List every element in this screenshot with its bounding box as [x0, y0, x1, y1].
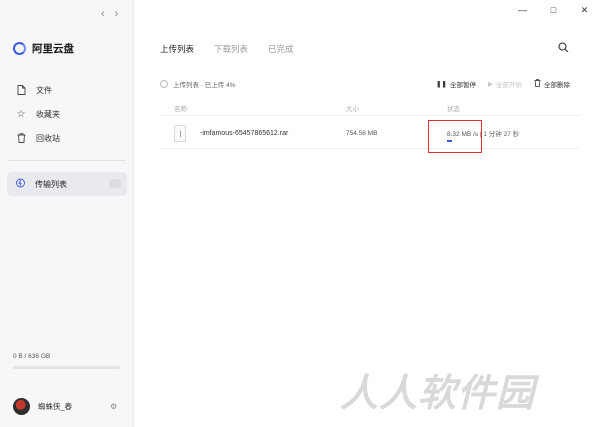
upload-progress-bar [447, 140, 452, 142]
upload-status: 上传列表 · 已上传 4% [160, 79, 235, 89]
settings-gear-icon[interactable]: ⚙ [110, 402, 117, 411]
file-name: -imfamous-65457865612.rar [200, 130, 289, 137]
column-size: 大小 [346, 106, 359, 113]
username: 蜘蛛侠_春 [38, 402, 73, 411]
minimize-icon[interactable]: — [507, 2, 538, 18]
start-all-label: 全部开始 [496, 82, 522, 89]
sidebar-divider [8, 160, 126, 161]
sidebar-item-transfer-list[interactable]: 传输列表 [7, 172, 127, 196]
file-size: 754.56 MB [346, 130, 378, 137]
tab-completed[interactable]: 已完成 [268, 43, 294, 55]
speed-value: 8.32 MB /s [447, 131, 479, 138]
sidebar: ‹ › 阿里云盘 文件 ☆ 收藏夹 回收站 传输列表 0 B / 636 GB … [0, 0, 134, 427]
sidebar-item-trash[interactable]: 回收站 [0, 126, 134, 150]
column-name: 名称 [174, 106, 187, 113]
transfer-count-badge [109, 179, 121, 188]
pause-icon: ❚❚ [436, 81, 447, 88]
storage-usage-bar [13, 366, 120, 369]
window-controls: — □ ✕ [507, 2, 600, 18]
app-name: 阿里云盘 [32, 43, 74, 55]
delete-all-label: 全部删除 [544, 82, 570, 89]
app-logo: 阿里云盘 [13, 41, 74, 56]
trash-icon [16, 133, 26, 143]
search-icon[interactable] [558, 42, 569, 56]
bulk-actions: ❚❚ 全部暂停 ▶ 全部开始 全部删除 [436, 79, 570, 89]
start-all-button[interactable]: ▶ 全部开始 [488, 79, 522, 89]
sidebar-item-label: 文件 [36, 85, 52, 95]
sidebar-item-favorites[interactable]: ☆ 收藏夹 [0, 102, 134, 126]
play-icon: ▶ [488, 81, 493, 88]
pause-all-button[interactable]: ❚❚ 全部暂停 [436, 79, 476, 89]
upload-status-text: 上传列表 · 已上传 4% [173, 82, 236, 89]
upload-speed: 8.32 MB /s | 1 分钟 27 秒 [447, 128, 519, 138]
watermark-text: 人人软件园 [340, 371, 536, 415]
aliyun-logo-icon [13, 42, 26, 55]
maximize-icon[interactable]: □ [538, 2, 569, 18]
pause-all-label: 全部暂停 [450, 82, 476, 89]
delete-all-button[interactable]: 全部删除 [534, 79, 570, 89]
storage-usage-text: 0 B / 636 GB [13, 353, 51, 360]
sidebar-item-label: 传输列表 [35, 179, 67, 189]
sidebar-item-label: 回收站 [36, 133, 60, 143]
lightning-icon [16, 178, 25, 190]
tab-download-list[interactable]: 下载列表 [214, 43, 248, 55]
sidebar-item-files[interactable]: 文件 [0, 78, 134, 102]
forward-arrow-icon[interactable]: › [115, 8, 119, 20]
trash-icon [534, 79, 541, 89]
column-status: 状态 [447, 106, 460, 113]
back-arrow-icon[interactable]: ‹ [101, 8, 105, 20]
nav-arrows: ‹ › [101, 8, 118, 20]
sidebar-item-label: 收藏夹 [36, 109, 60, 119]
table-header: 名称 大小 状态 [160, 100, 580, 116]
avatar [13, 398, 30, 415]
table-row[interactable]: -imfamous-65457865612.rar 754.56 MB 8.32… [160, 119, 580, 153]
file-icon [16, 85, 26, 95]
archive-file-icon [174, 125, 186, 142]
sidebar-menu: 文件 ☆ 收藏夹 回收站 [0, 78, 134, 150]
star-icon: ☆ [16, 108, 26, 120]
user-profile[interactable]: 蜘蛛侠_春 [13, 398, 72, 415]
time-remaining: | 1 分钟 27 秒 [479, 131, 520, 138]
tab-upload-list[interactable]: 上传列表 [160, 43, 194, 55]
close-icon[interactable]: ✕ [569, 2, 600, 18]
select-all-checkbox[interactable] [160, 80, 168, 88]
transfer-tabs: 上传列表 下载列表 已完成 [160, 43, 294, 55]
